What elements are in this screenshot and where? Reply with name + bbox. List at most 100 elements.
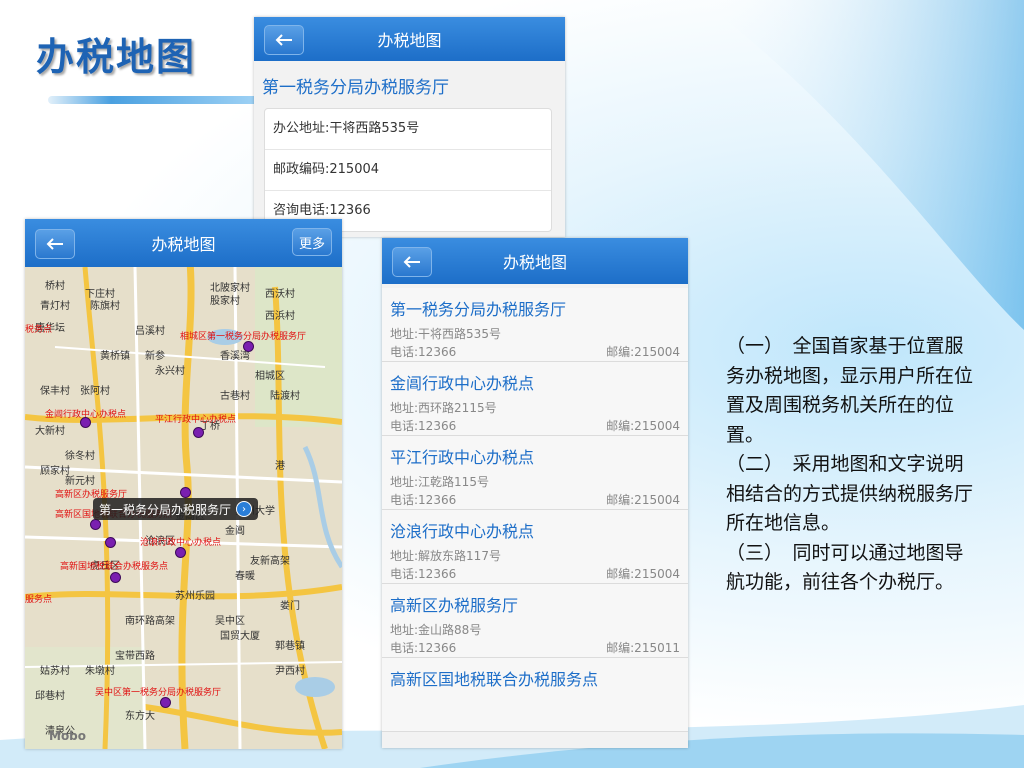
map-place-label: 友新高架	[250, 556, 290, 567]
office-pin[interactable]	[193, 427, 204, 438]
map-callout[interactable]: 第一税务分局办税服务厅 ›	[93, 498, 259, 520]
map-place-label: 东方大	[125, 711, 155, 722]
nav-bar: 办税地图 更多	[25, 219, 342, 267]
description-point: （一） 全国首家基于位置服务办税地图，显示用户所在位置及周围税务机关所在的位置。	[726, 335, 974, 446]
map-place-label: 春暖	[235, 571, 255, 582]
map-screen: 办税地图 更多 桥村 下庄村 北陂家村 西沃村 青灯村 陈旗村 股家村 西浜村 唐华坛 吕溪村 黄桥…	[25, 219, 342, 749]
nav-title: 办税地图	[502, 253, 567, 272]
detail-screen: 办税地图 第一税务分局办税服务厅 办公地址:干将西路535号 邮政编码:2150…	[254, 17, 565, 237]
office-pin[interactable]	[180, 487, 191, 498]
map-place-label: 桥村	[45, 281, 65, 292]
list-item[interactable]: 第一税务分局办税服务厅 地址:干将西路535号 电话:12366 邮编:21500…	[382, 288, 688, 362]
map-place-label: 宝带西路	[115, 651, 155, 662]
office-postcode: 邮编:215011	[606, 641, 680, 655]
map-office-label[interactable]: 相城区第一税务分局办税服务厅	[180, 329, 306, 342]
office-name: 高新区办税服务厅	[390, 596, 519, 615]
description: （一） 全国首家基于位置服务办税地图，显示用户所在位置及周围税务机关所在的位置。…	[726, 332, 982, 598]
office-list: 第一税务分局办税服务厅 地址:干将西路535号 电话:12366 邮编:21500…	[382, 284, 688, 732]
list-item[interactable]: 沧浪行政中心办税点 地址:解放东路117号 电话:12366 邮编:215004	[382, 510, 688, 584]
back-button[interactable]	[392, 247, 432, 277]
map-place-label: 保丰村	[40, 386, 70, 397]
map-place-label: 西沃村	[265, 289, 295, 300]
office-name: 高新区国地税联合办税服务点	[390, 670, 599, 689]
office-postcode: 邮编:215004	[606, 567, 680, 581]
office-name: 沧浪行政中心办税点	[390, 522, 535, 541]
map-place-label: 国贸大厦	[220, 631, 260, 642]
map-office-label[interactable]: 税务点	[25, 322, 52, 335]
office-postcode: 邮编:215004	[606, 419, 680, 433]
map-place-label: 郭巷镇	[275, 641, 305, 652]
slide-title: 办税地图	[36, 34, 197, 79]
list-item[interactable]: 高新区办税服务厅 地址:金山路88号 电话:12366 邮编:215011	[382, 584, 688, 658]
office-phone: 电话:12366	[390, 419, 457, 433]
map-office-label[interactable]: 高新国地税联合办税服务点	[60, 559, 168, 572]
map-place-label: 南环路高架	[125, 616, 175, 627]
map-view[interactable]: 桥村 下庄村 北陂家村 西沃村 青灯村 陈旗村 股家村 西浜村 唐华坛 吕溪村 黄桥镇 新参 香溪湾 永兴…	[25, 267, 342, 749]
callout-label: 第一税务分局办税服务厅	[99, 502, 232, 517]
nav-title: 办税地图	[151, 235, 216, 254]
map-place-label: 邱巷村	[35, 691, 65, 702]
map-place-label: 黄桥镇	[100, 351, 130, 362]
nav-bar: 办税地图	[254, 17, 565, 61]
map-place-label: 新参	[145, 351, 165, 362]
office-name: 第一税务分局办税服务厅	[262, 78, 449, 98]
list-item[interactable]: 金阊行政中心办税点 地址:西环路2115号 电话:12366 邮编:215004	[382, 362, 688, 436]
map-place-label: 姑苏村	[40, 666, 70, 677]
office-pin[interactable]	[160, 697, 171, 708]
office-phone: 电话:12366	[390, 641, 457, 655]
office-address: 地址:江乾路115号	[390, 475, 489, 489]
office-pin[interactable]	[110, 572, 121, 583]
office-address: 地址:西环路2115号	[390, 401, 497, 415]
office-pin[interactable]	[243, 341, 254, 352]
office-postcode: 邮编:215004	[606, 345, 680, 359]
description-point: （三） 同时可以通过地图导航功能，前往各个办税厅。	[726, 541, 964, 594]
list-item[interactable]: 高新区国地税联合办税服务点	[382, 658, 688, 732]
office-phone: 电话:12366	[390, 345, 457, 359]
detail-box: 办公地址:干将西路535号 邮政编码:215004 咨询电话:12366	[264, 108, 552, 232]
office-address: 地址:金山路88号	[390, 623, 482, 637]
map-place-label: 古巷村	[220, 391, 250, 402]
office-pin[interactable]	[175, 547, 186, 558]
more-button[interactable]: 更多	[292, 228, 332, 256]
map-place-label: 苏州乐园	[175, 591, 215, 602]
map-place-label: 徐冬村	[65, 451, 95, 462]
office-name: 平江行政中心办税点	[390, 448, 535, 467]
office-address: 地址:解放东路117号	[390, 549, 501, 563]
office-name: 第一税务分局办税服务厅	[390, 300, 567, 319]
list-screen: 办税地图 第一税务分局办税服务厅 地址:干将西路535号 电话:12366 邮编:…	[382, 238, 688, 748]
map-logo: Mobo	[49, 729, 87, 743]
back-arrow-icon	[46, 238, 63, 250]
back-button[interactable]	[35, 229, 75, 259]
back-arrow-icon	[275, 34, 292, 46]
map-office-label[interactable]: 服务点	[25, 592, 52, 605]
map-place-label: 大新村	[35, 426, 65, 437]
map-place-label: 娄门	[280, 601, 300, 612]
office-pin[interactable]	[90, 519, 101, 530]
map-place-label: 新元村	[65, 476, 95, 487]
map-office-label[interactable]: 平江行政中心办税点	[155, 412, 236, 425]
map-place-label: 尹西村	[275, 666, 305, 677]
address-row: 办公地址:干将西路535号	[265, 109, 551, 150]
map-place-label: 永兴村	[155, 366, 185, 377]
office-pin[interactable]	[105, 537, 116, 548]
list-item[interactable]: 平江行政中心办税点 地址:江乾路115号 电话:12366 邮编:215004	[382, 436, 688, 510]
nav-title: 办税地图	[377, 31, 442, 50]
nav-bar: 办税地图	[382, 238, 688, 284]
office-pin[interactable]	[80, 417, 91, 428]
map-place-label: 陆渡村	[270, 391, 300, 402]
map-place-label: 吕溪村	[135, 326, 165, 337]
map-place-label: 港	[275, 461, 285, 472]
map-place-label: 朱墩村	[85, 666, 115, 677]
postcode-row: 邮政编码:215004	[265, 150, 551, 191]
map-place-label: 西浜村	[265, 311, 295, 322]
office-name: 金阊行政中心办税点	[390, 374, 535, 393]
map-place-label: 青灯村	[40, 301, 70, 312]
map-place-label: 相城区	[255, 371, 285, 382]
chevron-right-icon[interactable]: ›	[236, 501, 253, 517]
office-phone: 电话:12366	[390, 567, 457, 581]
map-office-label[interactable]: 吴中区第一税务分局办税服务厅	[95, 685, 221, 698]
title-underline	[48, 96, 258, 104]
back-button[interactable]	[264, 25, 304, 55]
map-place-label: 金阊	[225, 526, 245, 537]
office-phone: 电话:12366	[390, 493, 457, 507]
